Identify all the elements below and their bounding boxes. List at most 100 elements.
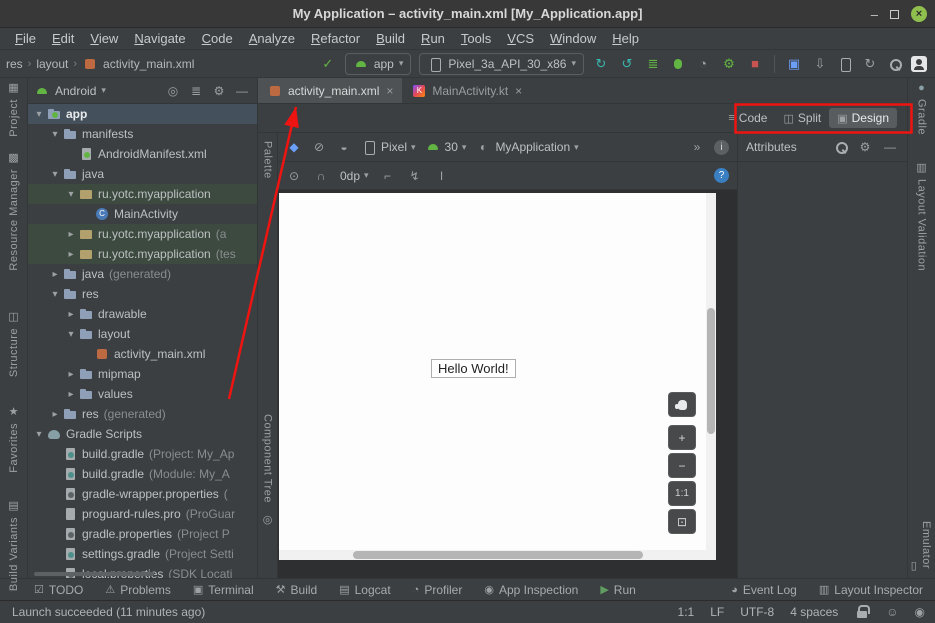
gear-icon[interactable]: ⚙ (210, 84, 228, 98)
file-encoding[interactable]: UTF-8 (740, 605, 774, 619)
tree-item-manifests[interactable]: ▾manifests (28, 124, 257, 144)
caret-position[interactable]: 1:1 (678, 605, 695, 619)
tool-terminal[interactable]: ▣Terminal (193, 583, 254, 597)
run-icon[interactable]: ≣ (644, 56, 662, 72)
tree-item-res[interactable]: ▾res (28, 284, 257, 304)
tree-item-androidmanifest[interactable]: AndroidManifest.xml (28, 144, 257, 164)
menu-navigate[interactable]: Navigate (127, 30, 192, 47)
menu-view[interactable]: View (83, 30, 125, 47)
tool-run[interactable]: ▶Run (600, 583, 635, 597)
theme-dropdown[interactable]: ◐ MyApplication ▾ (475, 140, 578, 154)
view-options-icon[interactable]: ≣ (187, 84, 205, 98)
tree-item-layout[interactable]: ▾layout (28, 324, 257, 344)
tree-item-gradle-scripts[interactable]: ▾Gradle Scripts (28, 424, 257, 444)
debug-icon[interactable] (670, 56, 686, 72)
sidebar-item-build-variants[interactable]: ▤ Build Variants (8, 501, 20, 591)
tab-activity-main-xml[interactable]: activity_main.xml × (258, 78, 402, 103)
split-mode-button[interactable]: ◫ Split (775, 108, 829, 128)
zoom-to-fit-button[interactable]: ⊡ (668, 509, 696, 534)
night-mode-icon[interactable]: ◒ (336, 140, 352, 154)
device-canvas[interactable]: Hello World! (279, 193, 716, 560)
canvas-horizontal-scrollbar-thumb[interactable] (353, 551, 643, 559)
project-horizontal-scrollbar[interactable] (34, 572, 154, 576)
tree-item-gradle-properties[interactable]: gradle.properties(Project P (28, 524, 257, 544)
menu-tools[interactable]: Tools (454, 30, 498, 47)
tool-todo[interactable]: ☑TODO (34, 583, 83, 597)
menu-run[interactable]: Run (414, 30, 452, 47)
sidebar-item-structure[interactable]: ◫ Structure (8, 312, 20, 377)
api-level-dropdown[interactable]: 30 ▾ (425, 139, 467, 155)
device-manager-icon[interactable] (837, 56, 853, 72)
user-icon[interactable]: ☺ (886, 605, 898, 619)
device-selector[interactable]: Pixel_3a_API_30_x86 ▾ (419, 53, 584, 75)
tree-item-java-generated[interactable]: ▸java(generated) (28, 264, 257, 284)
menu-file[interactable]: File (8, 30, 43, 47)
profile-icon[interactable]: ◔ (694, 56, 712, 71)
tree-item-mipmap[interactable]: ▸mipmap (28, 364, 257, 384)
chevron-down-icon[interactable]: ▾ (32, 429, 46, 440)
help-icon[interactable]: ? (714, 168, 729, 183)
tree-item-proguard-rules[interactable]: proguard-rules.pro(ProGuar (28, 504, 257, 524)
zoom-out-button[interactable]: − (668, 453, 696, 478)
project-view-selector[interactable]: Android (55, 84, 96, 98)
menu-analyze[interactable]: Analyze (242, 30, 302, 47)
tree-item-app[interactable]: ▾app (28, 104, 257, 124)
search-icon[interactable] (833, 139, 849, 155)
render-issues-badge[interactable]: i (714, 140, 729, 155)
zoom-reset-button[interactable]: 1:1 (668, 481, 696, 506)
close-button[interactable]: × (911, 6, 927, 22)
hello-world-textview[interactable]: Hello World! (431, 359, 516, 378)
tree-item-res-generated[interactable]: ▸res(generated) (28, 404, 257, 424)
locate-file-icon[interactable]: ◎ (164, 84, 182, 98)
gradle-sync-icon[interactable]: ↻ (861, 56, 879, 72)
search-everywhere-icon[interactable] (887, 56, 903, 72)
overflow-icon[interactable]: » (689, 140, 705, 154)
chevron-down-icon[interactable]: ▾ (48, 169, 62, 180)
guidelines-icon[interactable]: ⌐ (380, 169, 396, 183)
tree-item-java[interactable]: ▾java (28, 164, 257, 184)
menu-vcs[interactable]: VCS (500, 30, 541, 47)
tool-profiler[interactable]: ◔Profiler (413, 583, 463, 597)
run-config-selector[interactable]: app ▾ (345, 53, 412, 75)
chevron-right-icon[interactable]: ▸ (64, 389, 78, 400)
tree-item-settings-gradle[interactable]: settings.gradle(Project Setti (28, 544, 257, 564)
line-separator[interactable]: LF (710, 605, 724, 619)
vcs-check-icon[interactable]: ✓ (319, 56, 337, 72)
pan-button[interactable] (668, 392, 696, 417)
close-icon[interactable]: × (515, 84, 522, 98)
sidebar-item-emulator[interactable]: ▯ Emulator (911, 521, 932, 572)
tree-item-build-gradle-module[interactable]: build.gradle(Module: My_A (28, 464, 257, 484)
menu-help[interactable]: Help (605, 30, 646, 47)
stop-icon[interactable]: ■ (746, 56, 764, 71)
apply-changes-icon[interactable]: ↻ (592, 56, 610, 72)
tab-mainactivity-kt[interactable]: MainActivity.kt × (402, 78, 531, 103)
tree-item-values[interactable]: ▸values (28, 384, 257, 404)
tree-item-build-gradle-project[interactable]: build.gradle(Project: My_Ap (28, 444, 257, 464)
tree-item-mainactivity[interactable]: MainActivity (28, 204, 257, 224)
sidebar-item-layout-validation[interactable]: ▥ Layout Validation (916, 163, 928, 271)
tree-item-package-main[interactable]: ▾ru.yotc.myapplication (28, 184, 257, 204)
component-tree-toggle-icon[interactable]: ◎ (263, 515, 273, 526)
gear-icon[interactable]: ⚙ (856, 140, 874, 154)
chevron-right-icon[interactable]: ▸ (48, 269, 62, 280)
layout-inspector-icon[interactable]: ▣ (785, 56, 803, 72)
tree-item-activity-main-xml[interactable]: activity_main.xml (28, 344, 257, 364)
indent-setting[interactable]: 4 spaces (790, 605, 838, 619)
chevron-right-icon[interactable]: ▸ (64, 249, 78, 260)
chevron-right-icon[interactable]: ▸ (64, 309, 78, 320)
breadcrumb-file[interactable]: activity_main.xml (103, 57, 194, 71)
palette-tab[interactable]: Palette (262, 141, 274, 179)
menu-edit[interactable]: Edit (45, 30, 81, 47)
tree-item-package-androidtest[interactable]: ▸ru.yotc.myapplication(a (28, 224, 257, 244)
sidebar-item-project[interactable]: ▦ Project (8, 83, 20, 137)
chevron-down-icon[interactable]: ▾ (64, 329, 78, 340)
menu-code[interactable]: Code (195, 30, 240, 47)
clear-constraints-icon[interactable]: ↯ (407, 169, 423, 183)
code-mode-button[interactable]: ≡ Code (720, 108, 775, 128)
notifications-icon[interactable]: ◉ (915, 605, 925, 619)
lock-icon[interactable] (854, 604, 870, 620)
menu-refactor[interactable]: Refactor (304, 30, 367, 47)
tool-build[interactable]: ⚒Build (276, 583, 318, 597)
autoconnect-icon[interactable]: ∩ (313, 169, 329, 183)
breadcrumb-layout[interactable]: layout (36, 57, 68, 71)
